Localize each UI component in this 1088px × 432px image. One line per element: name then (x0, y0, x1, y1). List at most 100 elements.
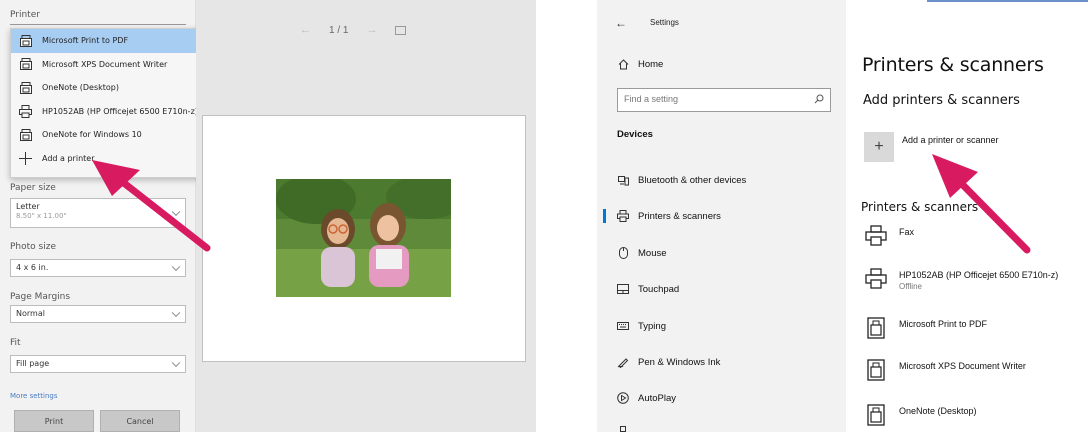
usb-icon (616, 426, 630, 432)
print-options-pane: Printer Paper size Letter 8.50" x 11.00"… (0, 0, 200, 432)
printer-option[interactable]: OneNote (Desktop) (11, 76, 199, 100)
device-item[interactable]: Fax (864, 224, 914, 248)
printer-option-label: OneNote (Desktop) (42, 83, 120, 93)
printer-option-label: Microsoft XPS Document Writer (42, 59, 168, 69)
fit-to-window-icon[interactable] (395, 25, 407, 35)
search-input[interactable]: Find a setting (617, 88, 831, 112)
device-name: Microsoft Print to PDF (899, 319, 988, 329)
preview-photo (276, 179, 451, 297)
printer-icon (616, 210, 630, 222)
printer-option[interactable]: Microsoft Print to PDF (11, 29, 199, 53)
nav-item-typing[interactable]: Typing (597, 316, 846, 336)
printer-doc-icon (19, 34, 32, 47)
nav-item-label: AutoPlay (638, 392, 677, 404)
device-name: Microsoft XPS Document Writer (899, 361, 1026, 371)
device-status: Offline (899, 282, 922, 291)
page-margins-select[interactable]: Normal (10, 305, 186, 323)
nav-item-label: Pen & Windows Ink (638, 356, 721, 368)
search-icon (814, 94, 824, 106)
photo-size-select[interactable]: 4 x 6 in. (10, 259, 186, 277)
paper-size-dimensions: 8.50" x 11.00" (16, 212, 67, 220)
device-item[interactable]: Microsoft Print to PDF (864, 316, 987, 340)
mouse-icon (616, 247, 630, 259)
search-placeholder: Find a setting (624, 94, 679, 104)
devices-section-heading: Devices (617, 129, 653, 140)
keyboard-icon (616, 322, 630, 330)
page-navigation: ← 1 / 1 → (300, 24, 407, 36)
chevron-down-icon (171, 262, 181, 272)
device-item[interactable]: Microsoft XPS Document Writer (864, 358, 1026, 382)
fit-select[interactable]: Fill page (10, 355, 186, 373)
printer-icon (864, 224, 888, 248)
page-title: Printers & scanners (862, 54, 1044, 76)
nav-item-mouse[interactable]: Mouse (597, 243, 846, 263)
device-name: OneNote (Desktop) (899, 406, 977, 416)
next-page-icon[interactable]: → (366, 24, 377, 36)
add-printer-option[interactable]: Add a printer (11, 147, 199, 171)
printer-option-label: HP1052AB (HP Officejet 6500 E710n-z) (42, 106, 198, 116)
add-printer-button[interactable]: + (864, 132, 894, 162)
back-arrow-icon[interactable]: ← (615, 16, 627, 30)
page-margins-value: Normal (16, 309, 45, 318)
fit-label: Fit (10, 338, 21, 348)
photo-size-value: 4 x 6 in. (16, 263, 49, 272)
bluetooth-devices-icon (616, 175, 630, 186)
nav-item-printers-scanners[interactable]: Printers & scanners (597, 206, 846, 226)
nav-item-bluetooth[interactable]: Bluetooth & other devices (597, 170, 846, 190)
printer-option[interactable]: OneNote for Windows 10 (11, 123, 199, 147)
home-nav-item[interactable]: Home (597, 54, 846, 74)
printer-select-underline (10, 24, 186, 25)
autoplay-icon (616, 392, 630, 404)
device-name: HP1052AB (HP Officejet 6500 E710n-z) (899, 270, 1059, 280)
nav-item-label: Printers & scanners (638, 210, 721, 222)
app-title: Settings (650, 18, 679, 27)
page-margins-label: Page Margins (10, 292, 71, 302)
device-item[interactable]: HP1052AB (HP Officejet 6500 E710n-z) Off… (864, 267, 1058, 291)
home-label: Home (638, 58, 664, 70)
printer-option[interactable]: HP1052AB (HP Officejet 6500 E710n-z) (11, 100, 199, 124)
add-printer-label[interactable]: Add a printer or scanner (902, 135, 999, 145)
print-dialog: Printer Paper size Letter 8.50" x 11.00"… (0, 0, 536, 432)
settings-window: ← Settings Home Find a setting Devices B… (597, 0, 1088, 432)
add-printer-label: Add a printer (42, 153, 95, 163)
printer-option-label: Microsoft Print to PDF (42, 36, 129, 46)
device-name: Fax (899, 227, 915, 237)
add-printers-heading: Add printers & scanners (863, 93, 1020, 108)
nav-item-label: Touchpad (638, 283, 680, 295)
nav-item-label: Mouse (638, 247, 667, 259)
touchpad-icon (616, 284, 630, 294)
paper-size-label: Paper size (10, 183, 56, 193)
paper-size-select[interactable]: Letter 8.50" x 11.00" (10, 198, 186, 228)
printers-list-heading: Printers & scanners (861, 200, 979, 214)
more-settings-link[interactable]: More settings (10, 392, 58, 400)
nav-item-autoplay[interactable]: AutoPlay (597, 388, 846, 408)
plus-icon: + (874, 138, 884, 155)
printer-option[interactable]: Microsoft XPS Document Writer (11, 53, 199, 77)
settings-content: Printers & scanners Add printers & scann… (846, 0, 1088, 432)
printer-doc-icon (19, 58, 32, 71)
printer-doc-icon (864, 358, 888, 382)
printer-icon (864, 267, 888, 291)
nav-item-usb[interactable] (597, 422, 846, 432)
printer-option-label: OneNote for Windows 10 (42, 130, 142, 140)
plus-icon (19, 151, 32, 165)
printer-dropdown: Microsoft Print to PDF Microsoft XPS Doc… (10, 28, 200, 178)
printer-doc-icon (864, 403, 888, 427)
previous-page-icon[interactable]: ← (300, 24, 311, 36)
window-edge-line (927, 0, 1088, 2)
fit-value: Fill page (16, 359, 50, 368)
nav-item-touchpad[interactable]: Touchpad (597, 279, 846, 299)
settings-nav-pane: ← Settings Home Find a setting Devices B… (597, 0, 846, 432)
nav-item-pen-ink[interactable]: Pen & Windows Ink (597, 352, 846, 372)
cancel-button[interactable]: Cancel (100, 410, 180, 432)
chevron-down-icon (171, 358, 181, 368)
printer-icon (19, 104, 32, 118)
paper-size-value: Letter (16, 202, 40, 211)
nav-item-label: Bluetooth & other devices (638, 174, 747, 186)
photo-size-label: Photo size (10, 242, 56, 252)
nav-item-label: Typing (638, 320, 666, 332)
home-icon (616, 58, 630, 70)
printer-doc-icon (864, 316, 888, 340)
print-button[interactable]: Print (14, 410, 94, 432)
device-item[interactable]: OneNote (Desktop) (864, 403, 977, 427)
